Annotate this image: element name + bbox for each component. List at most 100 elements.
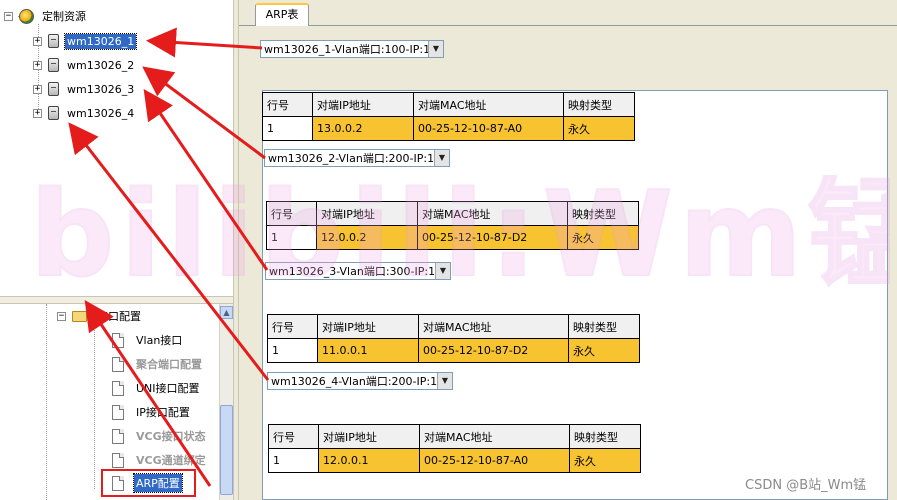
col-header-type: 映射类型 bbox=[563, 92, 635, 117]
arp-selector-dropdown[interactable]: wm13026_3-Vlan端口:300-IP:1 ▼ bbox=[265, 262, 451, 280]
col-header-ip: 对端IP地址 bbox=[316, 201, 418, 226]
arp-table: 行号 对端IP地址 对端MAC地址 映射类型 1 11.0.0.1 00-25-… bbox=[267, 314, 640, 363]
chevron-down-icon[interactable]: ▼ bbox=[437, 373, 452, 389]
device-icon bbox=[48, 106, 59, 120]
table-row[interactable]: 1 12.0.0.2 00-25-12-10-87-D2 永久 bbox=[266, 225, 639, 250]
col-header-type: 映射类型 bbox=[568, 314, 640, 339]
device-icon bbox=[48, 34, 59, 48]
chevron-down-icon[interactable]: ▼ bbox=[434, 150, 449, 166]
table-header-row: 行号 对端IP地址 对端MAC地址 映射类型 bbox=[268, 424, 641, 449]
config-tree-panel: − 接口配置 Vlan接口 聚合端口配置 UNI接口配置 IP接口配置 VCG接… bbox=[0, 304, 233, 500]
tree-root[interactable]: − 定制资源 bbox=[4, 6, 88, 26]
cell-ip: 11.0.0.1 bbox=[317, 338, 419, 363]
col-header-no: 行号 bbox=[267, 314, 318, 339]
chevron-down-icon[interactable]: ▼ bbox=[428, 41, 443, 57]
config-item-label: VCG通道绑定 bbox=[136, 454, 206, 467]
config-item-arp[interactable]: ARP配置 bbox=[101, 469, 196, 497]
page-icon bbox=[112, 380, 124, 396]
plus-icon[interactable]: + bbox=[33, 84, 42, 94]
col-header-ip: 对端IP地址 bbox=[317, 314, 419, 339]
plus-icon[interactable]: + bbox=[33, 60, 42, 70]
cell-mac: 00-25-12-10-87-D2 bbox=[418, 338, 569, 363]
table-row[interactable]: 1 12.0.0.1 00-25-12-10-87-A0 永久 bbox=[268, 448, 641, 473]
config-item[interactable]: VCG接口状态 bbox=[112, 426, 208, 446]
tree-device-node[interactable]: + wm13026_4 bbox=[33, 103, 136, 123]
minus-icon[interactable]: − bbox=[57, 311, 66, 321]
cell-no: 1 bbox=[262, 116, 313, 141]
arp-selector-value: wm13026_3-Vlan端口:300-IP:1 bbox=[269, 265, 435, 278]
config-item-label: VCG接口状态 bbox=[136, 430, 206, 443]
config-folder-node[interactable]: − 接口配置 bbox=[57, 306, 143, 326]
panel-splitter-horizontal[interactable] bbox=[0, 296, 233, 304]
config-item[interactable]: IP接口配置 bbox=[112, 402, 192, 422]
table-row[interactable]: 1 11.0.0.1 00-25-12-10-87-D2 永久 bbox=[267, 338, 640, 363]
tree-connector bbox=[94, 324, 95, 489]
col-header-type: 映射类型 bbox=[569, 424, 641, 449]
arp-selector-dropdown[interactable]: wm13026_4-Vlan端口:200-IP:1 ▼ bbox=[267, 372, 453, 390]
tree-device-node[interactable]: + wm13026_1 bbox=[33, 31, 138, 51]
cell-mac: 00-25-12-10-87-D2 bbox=[417, 225, 568, 250]
config-item[interactable]: Vlan接口 bbox=[112, 330, 184, 350]
cell-no: 1 bbox=[266, 225, 317, 250]
folder-icon bbox=[72, 310, 87, 322]
page-icon bbox=[112, 428, 124, 444]
cell-ip: 13.0.0.2 bbox=[312, 116, 414, 141]
arp-table: 行号 对端IP地址 对端MAC地址 映射类型 1 13.0.0.2 00-25-… bbox=[262, 92, 635, 141]
config-item[interactable]: VCG通道绑定 bbox=[112, 450, 208, 470]
arp-table: 行号 对端IP地址 对端MAC地址 映射类型 1 12.0.0.1 00-25-… bbox=[268, 424, 641, 473]
plus-icon[interactable]: + bbox=[33, 36, 42, 46]
csdn-credit-text: CSDN @B站_Wm锰 bbox=[745, 478, 867, 493]
cell-type: 永久 bbox=[568, 338, 640, 363]
config-item[interactable]: UNI接口配置 bbox=[112, 378, 202, 398]
device-icon bbox=[48, 82, 59, 96]
col-header-type: 映射类型 bbox=[567, 201, 639, 226]
cell-mac: 00-25-12-10-87-A0 bbox=[413, 116, 564, 141]
col-header-mac: 对端MAC地址 bbox=[419, 424, 570, 449]
plus-icon[interactable]: + bbox=[33, 108, 42, 118]
table-header-row: 行号 对端IP地址 对端MAC地址 映射类型 bbox=[267, 314, 640, 339]
arp-selector-dropdown[interactable]: wm13026_2-Vlan端口:200-IP:1 ▼ bbox=[264, 149, 450, 167]
config-folder-label: 接口配置 bbox=[97, 310, 141, 323]
col-header-no: 行号 bbox=[266, 201, 317, 226]
page-icon bbox=[112, 356, 124, 372]
device-label[interactable]: wm13026_4 bbox=[65, 106, 136, 121]
cell-type: 永久 bbox=[569, 448, 641, 473]
arp-selector-value: wm13026_2-Vlan端口:200-IP:1 bbox=[268, 152, 434, 165]
scrollbar-thumb[interactable] bbox=[220, 405, 233, 495]
config-item-label: Vlan接口 bbox=[136, 334, 183, 347]
device-label[interactable]: wm13026_2 bbox=[65, 58, 136, 73]
col-header-mac: 对端MAC地址 bbox=[413, 92, 564, 117]
tree-root-label: 定制资源 bbox=[42, 10, 86, 23]
config-item-label: IP接口配置 bbox=[136, 406, 190, 419]
table-row[interactable]: 1 13.0.0.2 00-25-12-10-87-A0 永久 bbox=[262, 116, 635, 141]
tab-arp[interactable]: ARP表 bbox=[255, 3, 309, 26]
col-header-ip: 对端IP地址 bbox=[318, 424, 420, 449]
page-icon bbox=[112, 404, 124, 420]
minus-icon[interactable]: − bbox=[4, 11, 13, 21]
tab-bar bbox=[239, 0, 897, 26]
col-header-no: 行号 bbox=[268, 424, 319, 449]
table-header-row: 行号 对端IP地址 对端MAC地址 映射类型 bbox=[262, 92, 635, 117]
device-label[interactable]: wm13026_3 bbox=[65, 82, 136, 97]
device-label[interactable]: wm13026_1 bbox=[63, 32, 138, 50]
col-header-mac: 对端MAC地址 bbox=[417, 201, 568, 226]
chevron-down-icon[interactable]: ▼ bbox=[435, 263, 450, 279]
arp-selector-dropdown[interactable]: wm13026_1-Vlan端口:100-IP:1 ▼ bbox=[260, 40, 444, 58]
scroll-up-icon[interactable]: ▲ bbox=[220, 306, 233, 319]
config-item-label: 聚合端口配置 bbox=[136, 358, 202, 371]
tree-device-node[interactable]: + wm13026_2 bbox=[33, 55, 136, 75]
tree-connector bbox=[46, 304, 47, 500]
config-item-label[interactable]: ARP配置 bbox=[133, 473, 183, 493]
col-header-no: 行号 bbox=[262, 92, 313, 117]
config-item-label: UNI接口配置 bbox=[136, 382, 200, 395]
cell-type: 永久 bbox=[563, 116, 635, 141]
page-icon bbox=[112, 452, 124, 468]
cell-ip: 12.0.0.1 bbox=[318, 448, 420, 473]
tree-device-node[interactable]: + wm13026_3 bbox=[33, 79, 136, 99]
arp-table: 行号 对端IP地址 对端MAC地址 映射类型 1 12.0.0.2 00-25-… bbox=[266, 201, 639, 250]
config-item[interactable]: 聚合端口配置 bbox=[112, 354, 204, 374]
cell-mac: 00-25-12-10-87-A0 bbox=[419, 448, 570, 473]
arp-selector-value: wm13026_4-Vlan端口:200-IP:1 bbox=[271, 375, 437, 388]
cell-no: 1 bbox=[268, 448, 319, 473]
page-icon bbox=[112, 475, 124, 491]
